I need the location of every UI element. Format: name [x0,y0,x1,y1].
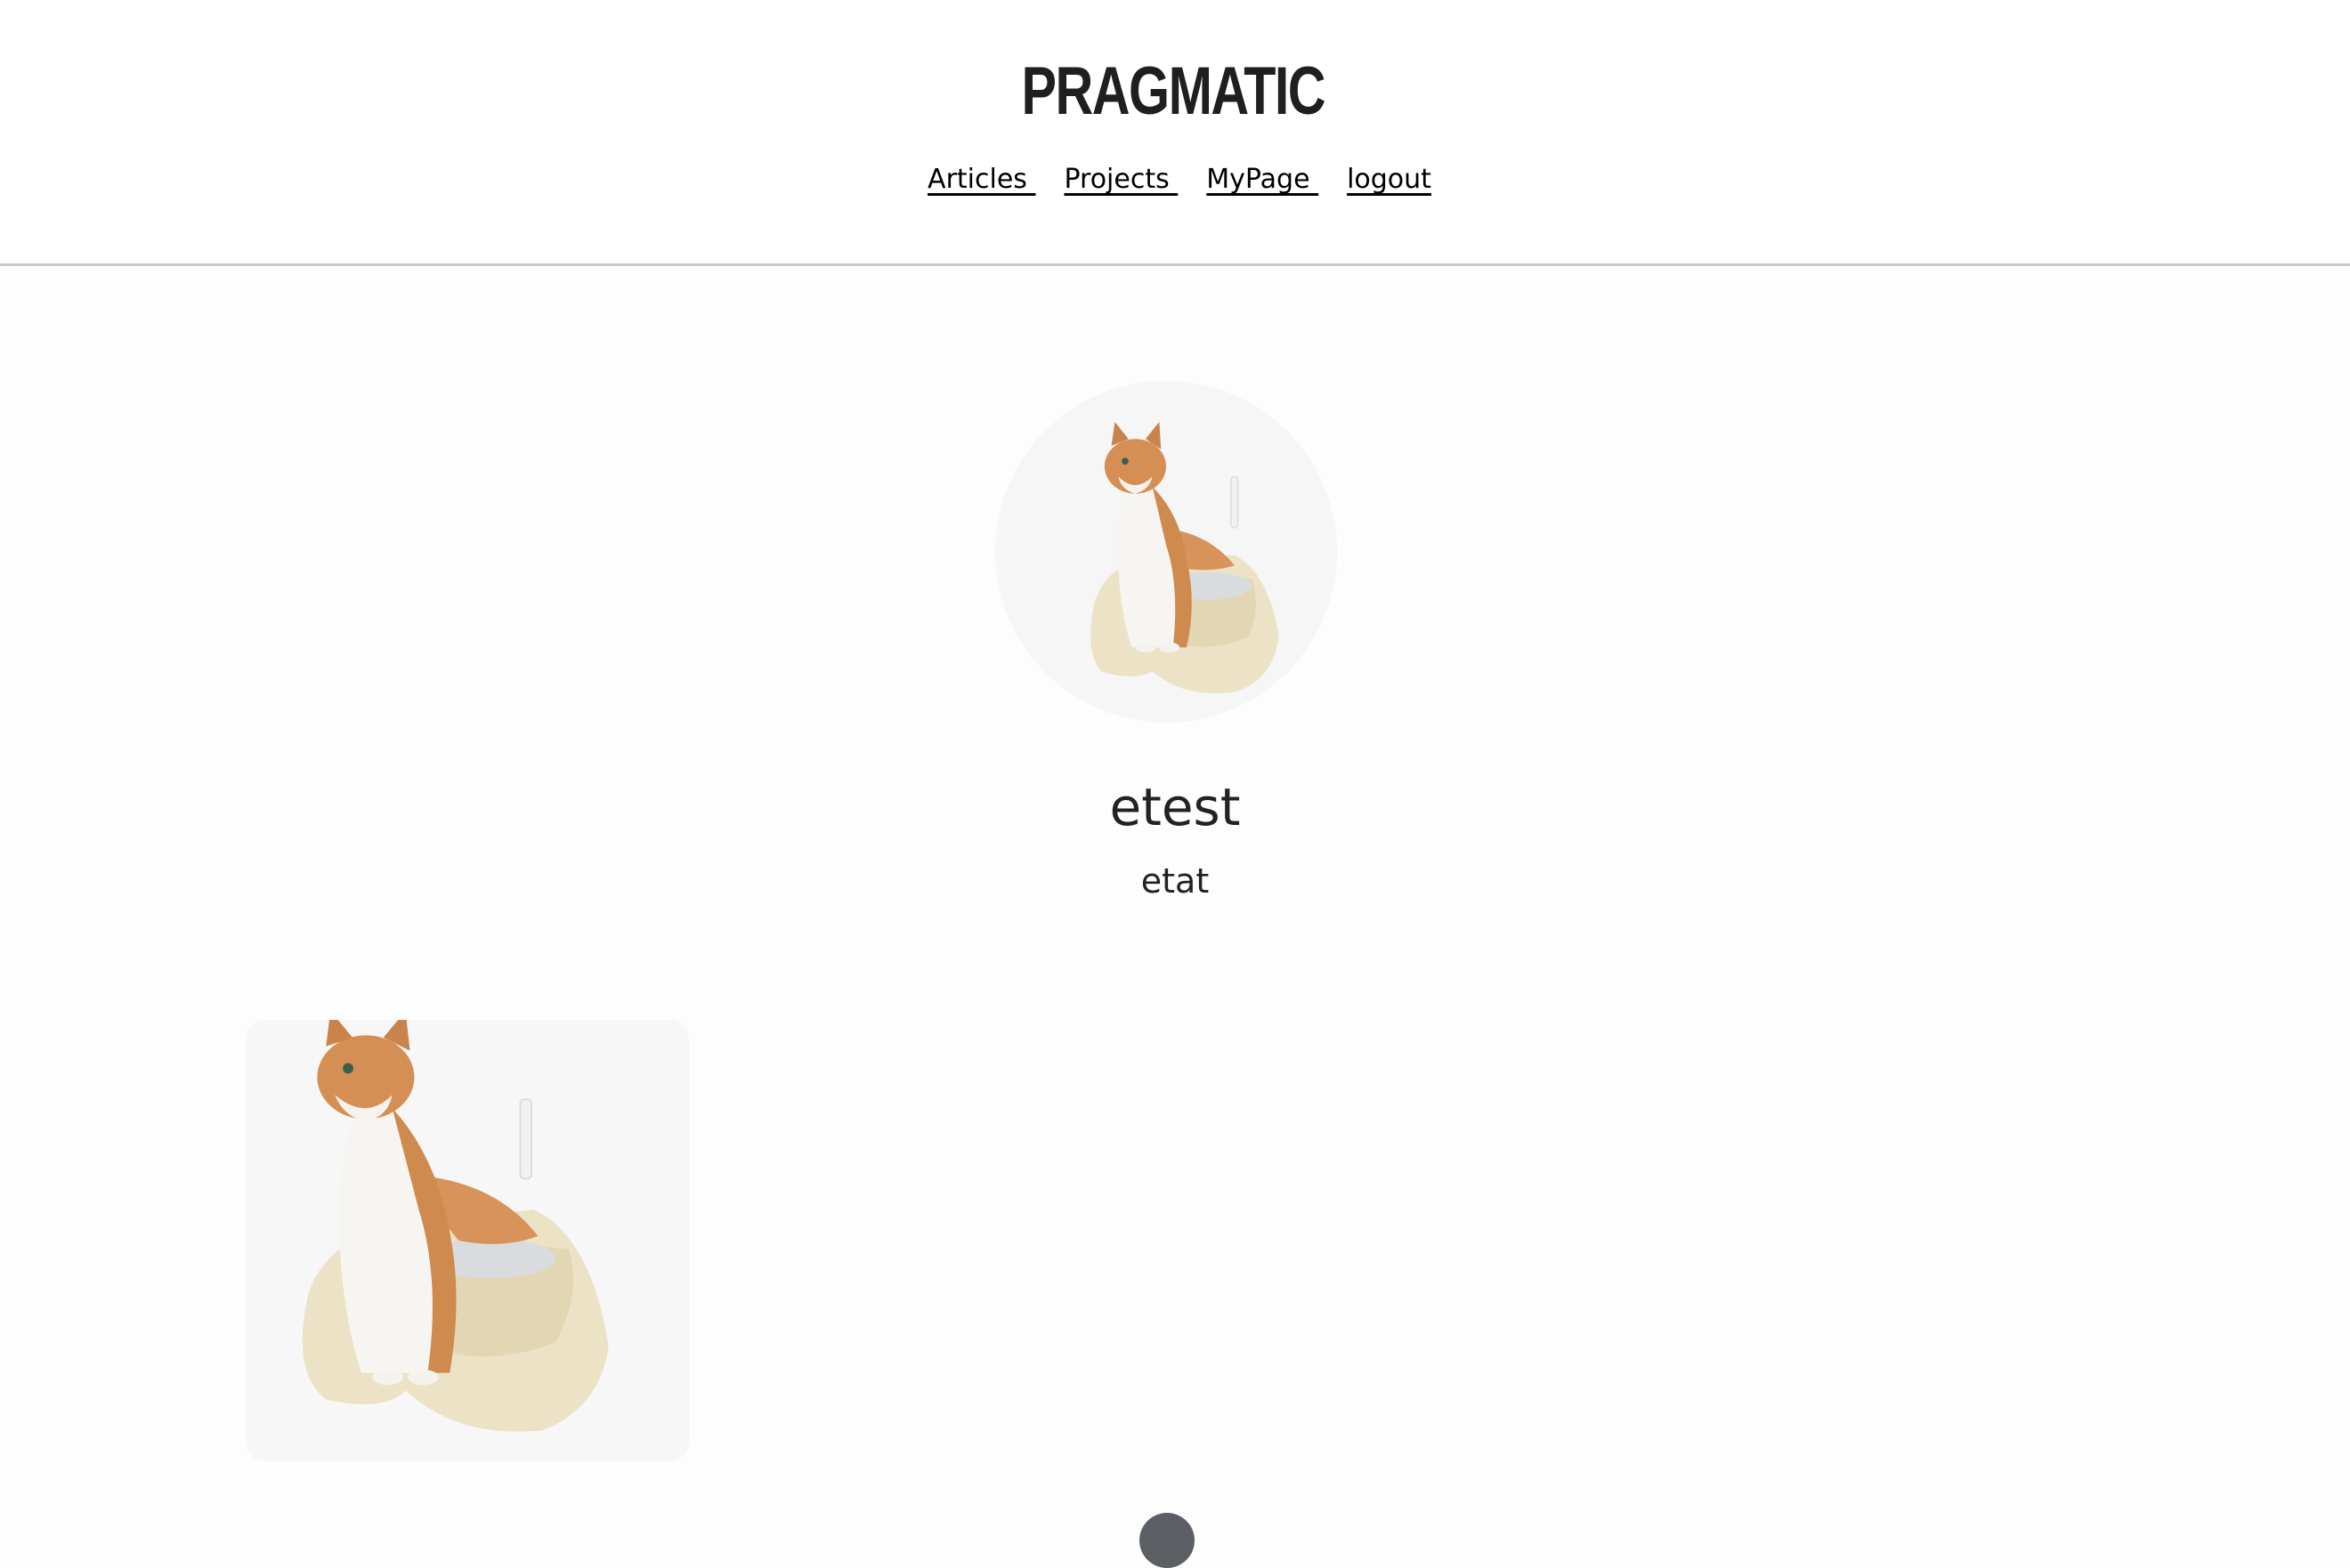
nav-logout-link[interactable]: logout [1347,164,1431,195]
site-logo[interactable]: PRAGMATIC [256,52,2089,132]
article-card[interactable] [246,1020,689,1461]
nav-articles-link[interactable]: Articles [928,164,1035,195]
profile-message: etat [1140,861,1210,901]
profile-nickname: etest [1109,777,1241,837]
nav-projects-link[interactable]: Projects [1064,164,1178,195]
site-header: PRAGMATIC Articles Projects MyPage logou… [0,0,2350,266]
profile-avatar [995,381,1337,723]
nav-mypage-link[interactable]: MyPage [1206,164,1318,195]
cat-photo-icon [1090,422,1279,693]
floating-action-button[interactable] [1139,1513,1195,1568]
main-nav: Articles Projects MyPage logout [0,164,2350,195]
cat-photo-icon [302,1020,609,1432]
